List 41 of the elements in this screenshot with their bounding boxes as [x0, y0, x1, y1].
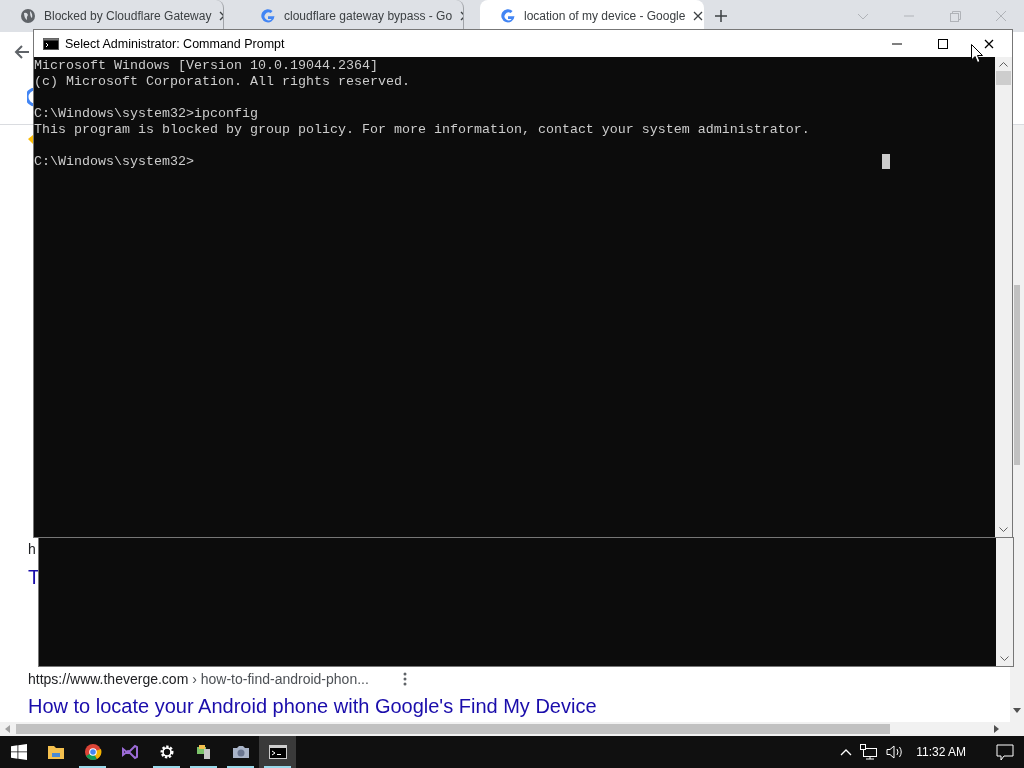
browser-tab[interactable]: location of my device - Google	[480, 0, 704, 32]
network-icon[interactable]	[860, 744, 879, 760]
console-icon[interactable]	[268, 745, 287, 759]
globe-icon	[20, 8, 36, 24]
clock[interactable]: 11:32 AM	[916, 745, 966, 759]
volume-icon[interactable]	[886, 744, 905, 760]
folder-icon[interactable]	[46, 744, 65, 760]
logo-icon[interactable]	[27, 87, 35, 107]
settings-icon[interactable]	[158, 744, 175, 760]
maximize-icon[interactable]	[938, 38, 948, 49]
console-line: This program is blocked by group policy. For more information, contact your system administrator.	[34, 122, 810, 138]
windows-start-icon[interactable]	[10, 744, 27, 760]
console-icon	[43, 37, 59, 50]
google-g-icon	[500, 8, 516, 24]
chevron-up-icon[interactable]	[840, 748, 853, 756]
chrome-icon[interactable]	[83, 743, 102, 761]
scroll-down-icon[interactable]	[999, 527, 1008, 533]
scroll-thumb[interactable]	[996, 71, 1011, 85]
text-cursor	[882, 154, 890, 169]
camera-icon[interactable]	[231, 744, 250, 760]
back-arrow-icon[interactable]	[14, 44, 30, 60]
result-url: h	[28, 541, 36, 557]
scroll-down-icon[interactable]	[1000, 656, 1009, 662]
result-url: https://www.theverge.com › how-to-find-android-phon...	[28, 671, 369, 687]
more-options-icon[interactable]	[402, 672, 407, 686]
new-tab-icon[interactable]	[714, 9, 728, 23]
console-line: C:\Windows\system32>	[34, 154, 194, 170]
infinity-icon[interactable]	[120, 743, 139, 761]
console-line: (c) Microsoft Corporation. All rights reserved.	[34, 74, 410, 90]
scroll-down-icon[interactable]	[1013, 708, 1021, 714]
window-title: Select Administrator: Command Prompt	[65, 36, 286, 51]
console-line: Microsoft Windows [Version 10.0.19044.2364]	[34, 58, 378, 74]
notification-icon[interactable]	[996, 743, 1014, 761]
tools-icon[interactable]	[194, 743, 213, 761]
google-g-icon	[260, 8, 276, 24]
result-title[interactable]: How to locate your Android phone with Google's Find My Device	[28, 695, 597, 718]
console-line: C:\Windows\system32>ipconfig	[34, 106, 258, 122]
close-icon[interactable]	[984, 38, 994, 49]
scroll-right-icon[interactable]	[994, 725, 1000, 733]
minimize-icon[interactable]	[892, 42, 902, 45]
scroll-up-icon[interactable]	[999, 61, 1008, 67]
